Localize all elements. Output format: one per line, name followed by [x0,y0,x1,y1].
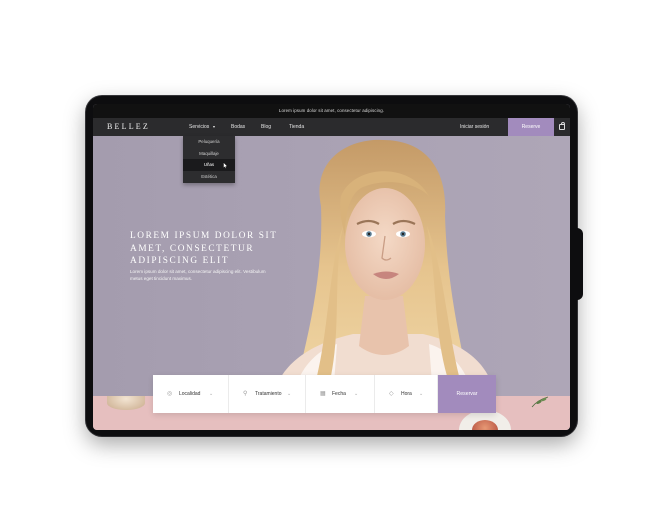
reservar-button[interactable]: Reservar [438,375,496,413]
reserve-button[interactable]: Reserve [508,118,554,136]
hero-title: LOREM IPSUM DOLOR SIT AMET, CONSECTETUR … [130,231,278,266]
tratamiento-select[interactable]: ⚲ Tratamiento ⌄ [229,375,306,413]
dropdown-item-unas[interactable]: Uñas [183,159,235,171]
site-logo[interactable]: BELLEZ [107,118,150,136]
leaf-decoration-icon [531,396,549,408]
nav-item-servicios[interactable]: Servicios ▼ [189,118,216,136]
fecha-select[interactable]: ▦ Fecha ⌄ [306,375,375,413]
localidad-select[interactable]: ◎ Localidad ⌄ [153,375,229,413]
nav-item-label: Servicios [189,124,210,130]
hero-section: LOREM IPSUM DOLOR SIT AMET, CONSECTETUR … [93,136,570,396]
dropdown-item-estetica[interactable]: Estética [183,171,235,183]
caret-down-icon: ▼ [212,125,216,129]
website-screen: Lorem ipsum dolor sit amet, consectetur … [93,104,570,430]
clock-icon: ◇ [389,391,394,397]
field-label: Fecha [332,391,346,397]
dropdown-item-maquillaje[interactable]: Maquillaje [183,148,235,160]
announcement-bar: Lorem ipsum dolor sit amet, consectetur … [93,104,570,118]
login-link[interactable]: Iniciar sesión [460,118,489,136]
tablet-device: Lorem ipsum dolor sit amet, consectetur … [86,96,583,436]
main-nav: BELLEZ Servicios ▼ Bodas Blog Tienda Inic… [93,118,570,136]
chevron-down-icon: ⌄ [354,391,359,397]
hero-description: Lorem ipsum dolor sit amet, consectetur … [130,269,266,281]
field-label: Hora [401,391,412,397]
cosmetic-jar-image [107,396,145,410]
field-label: Tratamiento [255,391,282,397]
nav-item-tienda[interactable]: Tienda [289,118,304,136]
booking-bar: ◎ Localidad ⌄ ⚲ Tratamiento ⌄ ▦ Fecha ⌄ … [153,375,496,413]
chevron-down-icon: ⌄ [419,391,424,397]
field-label: Localidad [179,391,201,397]
dropdown-item-label: Uñas [203,162,215,167]
pin-icon: ⚲ [243,391,248,397]
mouse-cursor-icon [223,162,228,169]
services-dropdown-menu: Peluquería Maquillaje Uñas Estética [183,136,235,183]
tablet-side-notch [569,228,583,300]
nav-item-bodas[interactable]: Bodas [231,118,245,136]
dropdown-item-peluqueria[interactable]: Peluquería [183,136,235,148]
calendar-icon: ▦ [320,391,326,397]
hora-select[interactable]: ◇ Hora ⌄ [375,375,438,413]
nav-item-blog[interactable]: Blog [261,118,271,136]
shopping-bag-icon[interactable] [559,122,565,130]
location-icon: ◎ [167,391,173,397]
chevron-down-icon: ⌄ [287,391,292,397]
chevron-down-icon: ⌄ [209,391,214,397]
